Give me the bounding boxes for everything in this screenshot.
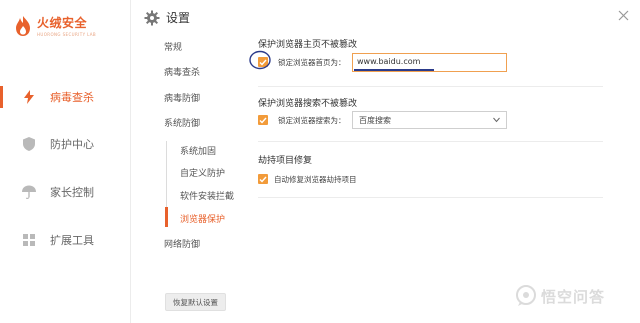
- search-lock-label: 锁定浏览器搜索为：: [278, 115, 346, 125]
- grid-icon: [22, 233, 36, 247]
- app-sidebar: 火绒安全 HUORONG SECURITY LAB 病毒查杀 防护中心 家长控制…: [0, 0, 131, 323]
- speech-bubble-icon: [516, 285, 536, 306]
- sidebar-item-extension-tools[interactable]: 扩展工具: [0, 225, 131, 255]
- submenu-system-hardening[interactable]: 系统加固: [180, 144, 216, 157]
- settings-menu-virus-scan[interactable]: 病毒查杀: [164, 65, 200, 78]
- hijack-repair-row: 自动修复浏览器劫持项目: [258, 170, 357, 188]
- restore-defaults-button[interactable]: 恢复默认设置: [165, 293, 226, 311]
- sidebar-item-label: 扩展工具: [50, 234, 94, 247]
- umbrella-icon: [22, 185, 36, 199]
- chevron-down-icon: [493, 117, 500, 123]
- checkmark-icon: [259, 117, 267, 124]
- hijack-repair-label: 自动修复浏览器劫持项目: [274, 174, 357, 184]
- section-title-homepage: 保护浏览器主页不被篡改: [258, 40, 358, 50]
- gear-icon: [144, 10, 160, 25]
- flame-logo-icon: [16, 15, 30, 36]
- checkmark-icon: [259, 176, 267, 183]
- search-engine-value: 百度搜索: [359, 116, 391, 125]
- lightning-icon: [22, 90, 36, 104]
- homepage-url-value: www.baidu.com: [357, 57, 421, 66]
- submenu-custom-protection[interactable]: 自定义防护: [180, 166, 225, 179]
- browser-protection-panel: 保护浏览器主页不被篡改 锁定浏览器首页为： www.baidu.com 保护浏览…: [243, 0, 640, 323]
- submenu-browser-protection[interactable]: 浏览器保护: [180, 212, 225, 225]
- settings-menu-network-defense[interactable]: 网络防御: [164, 237, 200, 250]
- section-title-search: 保护浏览器搜索不被篡改: [258, 99, 358, 109]
- section-divider: [258, 141, 603, 142]
- homepage-url-input[interactable]: www.baidu.com: [352, 53, 507, 72]
- section-divider: [258, 197, 603, 198]
- underline-annotation: [354, 69, 434, 71]
- sidebar-item-virus-scan[interactable]: 病毒查杀: [0, 82, 131, 112]
- search-lock-checkbox[interactable]: [258, 115, 268, 125]
- close-icon[interactable]: [618, 10, 629, 21]
- settings-header: 设置: [144, 9, 190, 26]
- app-name: 火绒安全: [37, 16, 88, 30]
- settings-menu: 设置 常规 病毒查杀 病毒防御 系统防御 系统加固 自定义防护 软件安装拦截 浏…: [131, 0, 243, 323]
- hand-drawn-circle-annotation: [249, 50, 271, 70]
- sidebar-item-protection-center[interactable]: 防护中心: [0, 129, 131, 159]
- submenu-active-indicator: [165, 207, 168, 227]
- settings-menu-virus-defense[interactable]: 病毒防御: [164, 91, 200, 104]
- settings-menu-system-defense[interactable]: 系统防御: [164, 116, 200, 129]
- sidebar-item-parental-control[interactable]: 家长控制: [0, 177, 131, 207]
- watermark: 悟空问答: [515, 285, 605, 307]
- section-divider: [258, 86, 603, 87]
- section-title-hijack-repair: 劫持项目修复: [258, 156, 313, 166]
- sidebar-item-label: 家长控制: [50, 186, 94, 199]
- settings-title: 设置: [166, 11, 191, 25]
- search-engine-select[interactable]: 百度搜索: [352, 111, 507, 129]
- watermark-text: 悟空问答: [541, 287, 606, 306]
- shield-icon: [22, 137, 36, 151]
- app-subtitle: HUORONG SECURITY LAB: [37, 32, 97, 37]
- search-lock-row: 锁定浏览器搜索为：: [258, 111, 346, 129]
- app-logo: 火绒安全 HUORONG SECURITY LAB: [14, 14, 96, 37]
- sidebar-item-label: 病毒查杀: [50, 91, 94, 104]
- sidebar-item-label: 防护中心: [50, 138, 94, 151]
- submenu-software-install-block[interactable]: 软件安装拦截: [180, 189, 234, 202]
- settings-menu-general[interactable]: 常规: [164, 40, 182, 53]
- homepage-lock-label: 锁定浏览器首页为：: [278, 57, 346, 67]
- hijack-repair-checkbox[interactable]: [258, 174, 268, 184]
